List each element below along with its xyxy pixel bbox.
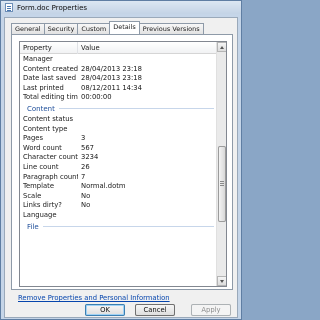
property-value: 00:00:00: [81, 93, 112, 102]
scroll-thumb[interactable]: [218, 146, 226, 222]
vertical-scrollbar[interactable]: [216, 42, 226, 286]
property-name: Pages: [23, 134, 43, 143]
table-row[interactable]: Content created 28/04/2013 23:18: [20, 65, 217, 75]
table-row[interactable]: Content status: [20, 115, 217, 125]
table-row[interactable]: Last printed 08/12/2011 14:34: [20, 84, 217, 94]
table-row[interactable]: Date last saved 28/04/2013 23:18: [20, 74, 217, 84]
table-row[interactable]: Paragraph count 7: [20, 173, 217, 183]
property-name: Manager: [23, 55, 53, 63]
table-row[interactable]: Language: [20, 211, 217, 221]
title-bar[interactable]: Form.doc Properties: [1, 1, 241, 14]
property-name: Language: [23, 210, 57, 219]
property-value: 08/12/2011 14:34: [81, 83, 142, 92]
group-label: File: [27, 222, 39, 231]
details-tab-content: Property Value Manager Content created 2…: [11, 34, 233, 290]
property-rows: Manager Content created 28/04/2013 23:18…: [20, 55, 217, 233]
table-row[interactable]: Line count 26: [20, 163, 217, 173]
tab-strip: General Security Custom Details Previous…: [11, 21, 204, 34]
tab-general[interactable]: General: [11, 23, 45, 34]
scroll-down-arrow-icon[interactable]: [217, 276, 226, 286]
tab-previous-versions[interactable]: Previous Versions: [138, 23, 204, 34]
document-icon: [5, 3, 13, 12]
group-header-file[interactable]: File: [20, 221, 217, 233]
property-value: No: [81, 191, 91, 200]
group-header-content[interactable]: Content: [20, 103, 217, 115]
property-value: Normal.dotm: [81, 182, 126, 191]
properties-list[interactable]: Property Value Manager Content created 2…: [19, 41, 227, 287]
property-name: Content type: [23, 124, 68, 133]
property-name: Word count: [23, 143, 62, 152]
property-value: [78, 125, 217, 135]
table-row[interactable]: Content type: [20, 125, 217, 135]
property-value: 567: [81, 143, 94, 152]
property-name: Total editing time: [23, 93, 78, 102]
cancel-button[interactable]: Cancel: [135, 304, 175, 316]
column-header-value[interactable]: Value: [78, 42, 217, 54]
property-value: 3: [81, 134, 86, 143]
property-value: 28/04/2013 23:18: [81, 64, 142, 73]
remove-properties-link[interactable]: Remove Properties and Personal Informati…: [18, 294, 170, 302]
property-name: Paragraph count: [23, 172, 78, 181]
list-header: Property Value: [20, 42, 217, 54]
ok-button[interactable]: OK: [85, 304, 125, 316]
property-name: Line count: [23, 162, 59, 171]
properties-dialog: Form.doc Properties General Security Cus…: [0, 0, 242, 320]
property-value: 28/04/2013 23:18: [81, 74, 142, 83]
property-value: No: [81, 201, 91, 210]
table-row[interactable]: Scale No: [20, 192, 217, 202]
scroll-up-arrow-icon[interactable]: [217, 42, 226, 52]
property-value: [78, 115, 217, 125]
group-label: Content: [27, 104, 55, 113]
apply-button[interactable]: Apply: [191, 304, 231, 316]
window-title: Form.doc Properties: [17, 3, 88, 12]
property-name: Scale: [23, 191, 42, 200]
property-value: 3234: [81, 153, 99, 162]
property-name: Last printed: [23, 83, 64, 92]
property-name: Template: [23, 182, 55, 191]
table-row[interactable]: Pages 3: [20, 134, 217, 144]
table-row[interactable]: Word count 567: [20, 144, 217, 154]
table-row[interactable]: Total editing time 00:00:00: [20, 93, 217, 103]
dialog-panel: General Security Custom Details Previous…: [4, 17, 238, 318]
table-row[interactable]: Links dirty? No: [20, 201, 217, 211]
property-value: 26: [81, 162, 90, 171]
tab-details[interactable]: Details: [109, 21, 140, 34]
table-row[interactable]: Character count 3234: [20, 153, 217, 163]
property-name: Content created: [23, 64, 78, 73]
tab-security[interactable]: Security: [43, 23, 79, 34]
property-value: [78, 211, 217, 221]
property-name: Content status: [23, 114, 74, 123]
property-value: [78, 55, 217, 65]
table-row[interactable]: Template Normal.dotm: [20, 182, 217, 192]
column-header-property[interactable]: Property: [20, 42, 78, 54]
property-name: Character count: [23, 153, 78, 162]
group-divider: [58, 108, 214, 110]
property-value: 7: [81, 172, 86, 181]
table-row[interactable]: Manager: [20, 55, 217, 65]
tab-custom[interactable]: Custom: [77, 23, 111, 34]
property-name: Date last saved: [23, 74, 77, 83]
property-name: Links dirty?: [23, 201, 62, 210]
group-divider: [42, 226, 214, 227]
